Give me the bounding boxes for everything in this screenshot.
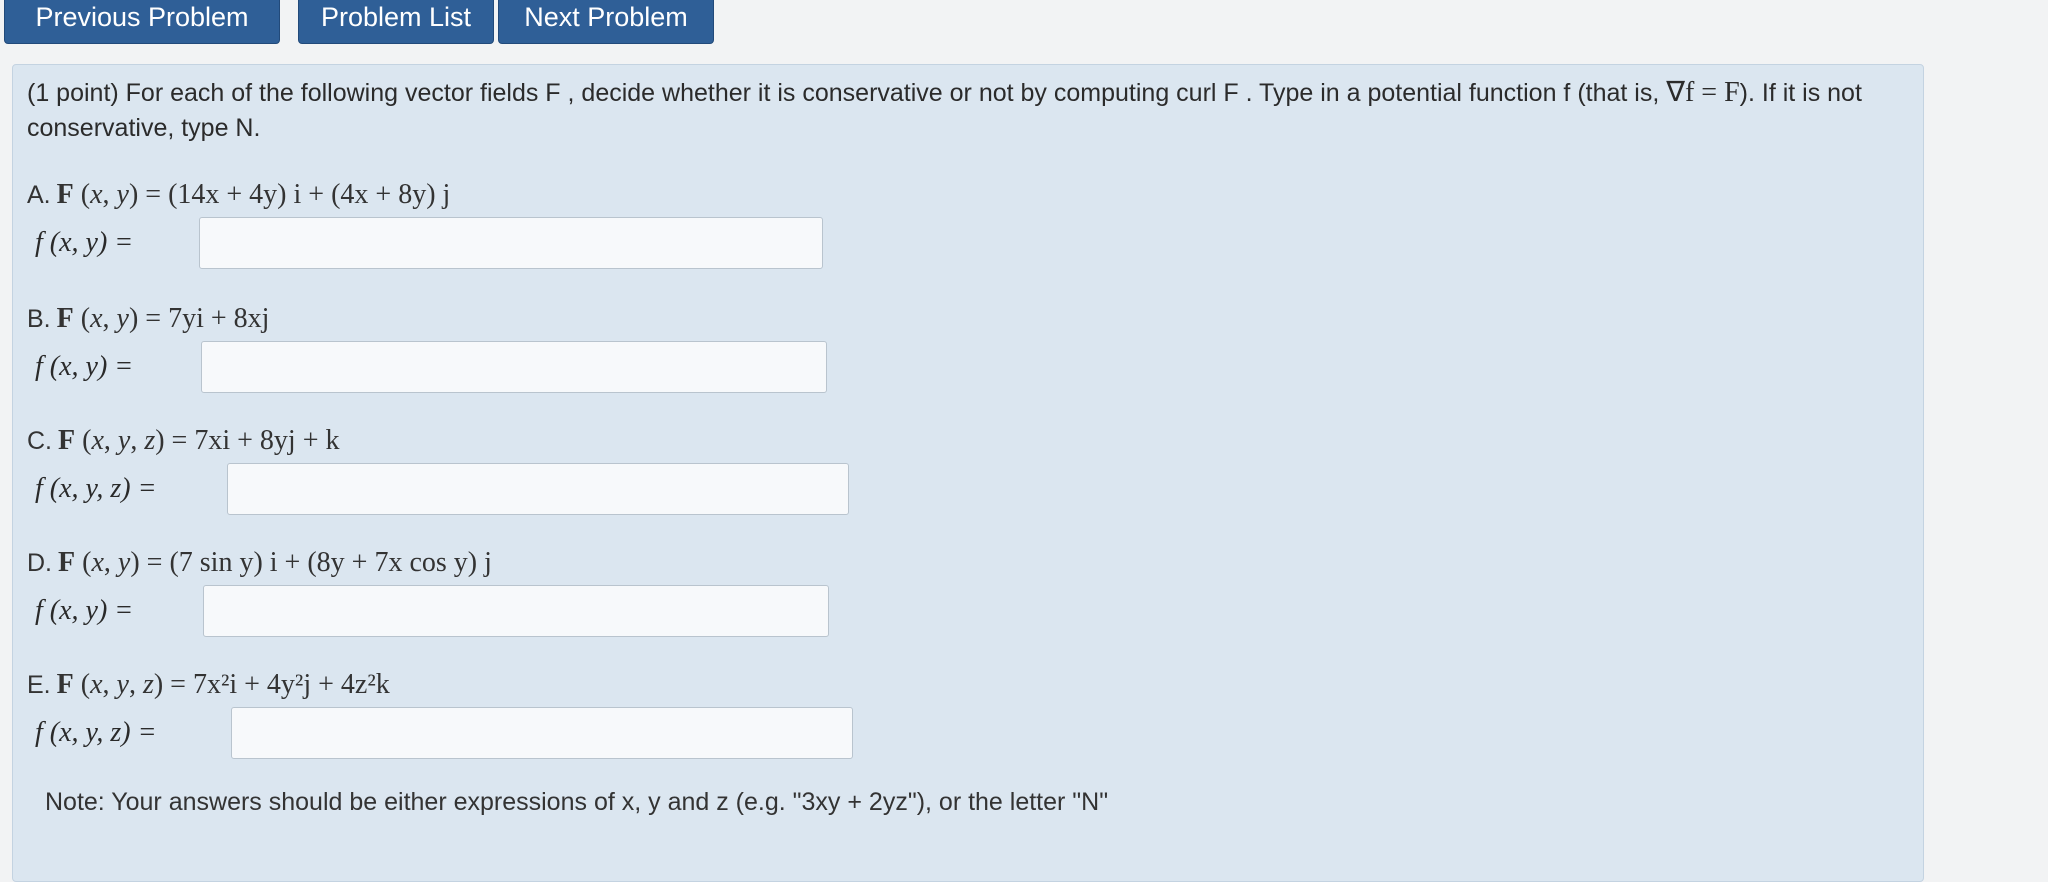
field-expression: 7x²i + 4y²j + 4z²k — [192, 669, 390, 700]
field-definition: A. F (x, y) = (14x + 4y) i + (4x + 8y) j — [27, 177, 450, 213]
field-expression: (7 sin y) i + (8y + 7x cos y) j — [169, 547, 492, 578]
potential-label: f (x, y) = — [35, 227, 134, 258]
field-symbol: F — [56, 303, 74, 334]
answer-input-a[interactable] — [199, 217, 823, 269]
field-expression: 7xi + 8yj + k — [194, 425, 340, 456]
potential-label: f (x, y) = — [35, 351, 134, 382]
field-args: (x, y) = — [73, 179, 169, 210]
potential-label: f (x, y) = — [35, 595, 134, 626]
field-expression: (14x + 4y) i + (4x + 8y) j — [168, 179, 451, 210]
problem-label: D. — [27, 549, 52, 577]
field-definition: B. F (x, y) = 7yi + 8xj — [27, 301, 269, 337]
prompt-text: (1 point) For each of the following vect… — [27, 79, 1667, 107]
field-symbol: F — [56, 179, 74, 210]
problem-label: E. — [27, 671, 51, 699]
field-definition: D. F (x, y) = (7 sin y) i + (8y + 7x cos … — [27, 545, 492, 581]
answer-input-d[interactable] — [203, 585, 829, 637]
field-args: (x, y, z) = — [73, 669, 193, 700]
field-symbol: F — [56, 669, 74, 700]
field-definition: E. F (x, y, z) = 7x²i + 4y²j + 4z²k — [27, 667, 390, 703]
problem-navigation: Previous Problem Problem List Next Probl… — [0, 0, 2048, 48]
field-args: (x, y) = — [75, 547, 170, 578]
field-definition: C. F (x, y, z) = 7xi + 8yj + k — [27, 423, 339, 459]
problem-panel: (1 point) For each of the following vect… — [12, 64, 1924, 882]
problem-list-button[interactable]: Problem List — [298, 0, 494, 44]
next-problem-button[interactable]: Next Problem — [498, 0, 714, 44]
problem-prompt: (1 point) For each of the following vect… — [27, 75, 1907, 146]
answer-input-e[interactable] — [231, 707, 853, 759]
answer-input-b[interactable] — [201, 341, 827, 393]
field-args: (x, y) = — [73, 303, 169, 334]
answer-format-note: Note: Your answers should be either expr… — [45, 788, 1109, 816]
problem-label: B. — [27, 305, 51, 333]
field-symbol: F — [58, 425, 76, 456]
previous-problem-button[interactable]: Previous Problem — [4, 0, 280, 44]
field-symbol: F — [58, 547, 76, 578]
problem-label: A. — [27, 181, 51, 209]
problem-label: C. — [27, 427, 52, 455]
answer-input-c[interactable] — [227, 463, 849, 515]
field-args: (x, y, z) = — [75, 425, 195, 456]
potential-label: f (x, y, z) = — [35, 717, 157, 748]
gradient-expression: ∇f = F — [1666, 77, 1740, 108]
potential-label: f (x, y, z) = — [35, 473, 157, 504]
field-expression: 7yi + 8xj — [168, 303, 270, 334]
